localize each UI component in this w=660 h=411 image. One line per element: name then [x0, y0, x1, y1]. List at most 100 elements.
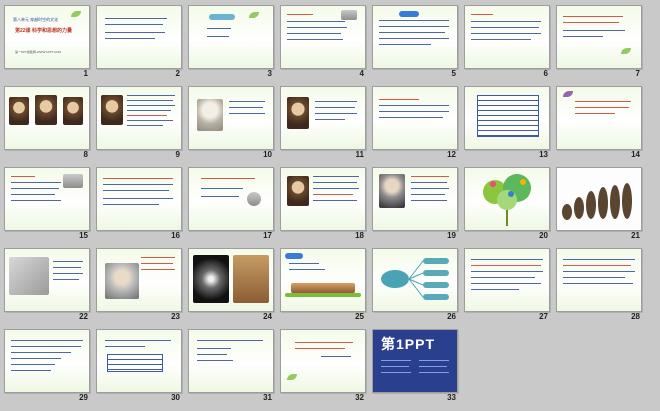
slide-thumbnail[interactable]: 2 [96, 5, 188, 87]
slide-10[interactable] [188, 86, 274, 150]
evolution-graphic [562, 183, 632, 220]
slide-21[interactable] [556, 167, 642, 231]
slide-number: 12 [447, 150, 456, 159]
slide-number: 10 [263, 150, 272, 159]
slide-25[interactable] [280, 248, 366, 312]
slide-thumbnail[interactable]: 25 [280, 248, 372, 330]
slide-thumbnail[interactable]: 11 [280, 86, 372, 168]
slide-number: 24 [263, 312, 272, 321]
slide-7[interactable] [556, 5, 642, 69]
slide-6[interactable] [464, 5, 550, 69]
slide-13[interactable] [464, 86, 550, 150]
slide-thumbnail[interactable]: 15 [4, 167, 96, 249]
slide-number: 23 [171, 312, 180, 321]
slide-17[interactable] [188, 167, 274, 231]
slide-number: 13 [539, 150, 548, 159]
slide-30[interactable] [96, 329, 182, 393]
slide-thumbnail[interactable]: 22 [4, 248, 96, 330]
brand-logo: 第1PPT [381, 336, 436, 352]
mind-map-diagram [381, 258, 449, 300]
slide-3[interactable] [188, 5, 274, 69]
slide-12[interactable] [372, 86, 458, 150]
slide-18[interactable] [280, 167, 366, 231]
slide-thumbnail[interactable]: 20 [464, 167, 556, 249]
slide-thumbnail[interactable]: 3 [188, 5, 280, 87]
slide-number: 27 [539, 312, 548, 321]
slide-title: 第22课 科学和思想的力量 [15, 28, 72, 34]
slide-thumbnail[interactable]: 第1PPT 33 [372, 329, 464, 411]
slide-number: 9 [175, 150, 180, 159]
slide-thumbnail[interactable]: 5 [372, 5, 464, 87]
slide-2[interactable] [96, 5, 182, 69]
slide-number: 30 [171, 393, 180, 402]
slide-number: 5 [451, 69, 456, 78]
slide-thumbnail[interactable]: 28 [556, 248, 648, 330]
slide-number: 31 [263, 393, 272, 402]
slide-thumbnail[interactable]: 16 [96, 167, 188, 249]
slide-subtitle: 第八单元 穿越时空的文化 [13, 17, 59, 22]
slide-19[interactable] [372, 167, 458, 231]
slide-26[interactable] [372, 248, 458, 312]
slide-11[interactable] [280, 86, 366, 150]
slide-number: 15 [79, 231, 88, 240]
slide-20[interactable] [464, 167, 550, 231]
slide-thumbnail[interactable]: 17 [188, 167, 280, 249]
slide-number: 14 [631, 150, 640, 159]
slide-number: 22 [79, 312, 88, 321]
slide-number: 28 [631, 312, 640, 321]
slide-thumbnail[interactable]: 第八单元 穿越时空的文化 第22课 科学和思想的力量 第一PPT模板网-WWW.… [4, 5, 96, 87]
tree-of-life-graphic [483, 174, 531, 226]
slide-footer: 第一PPT模板网-WWW.1PPT.COM [15, 50, 61, 54]
slide-thumbnail[interactable]: 10 [188, 86, 280, 168]
slide-4[interactable] [280, 5, 366, 69]
slide-33[interactable]: 第1PPT [372, 329, 458, 393]
slide-27[interactable] [464, 248, 550, 312]
slide-number: 6 [543, 69, 548, 78]
slide-number: 18 [355, 231, 364, 240]
slide-32[interactable] [280, 329, 366, 393]
slide-number: 20 [539, 231, 548, 240]
slide-16[interactable] [96, 167, 182, 231]
slide-9[interactable] [96, 86, 182, 150]
slide-thumbnail[interactable]: 7 [556, 5, 648, 87]
slide-thumbnail[interactable]: 19 [372, 167, 464, 249]
slide-thumbnail[interactable]: 6 [464, 5, 556, 87]
slide-thumbnail[interactable]: 30 [96, 329, 188, 411]
slide-thumbnail[interactable]: 32 [280, 329, 372, 411]
slide-thumbnail[interactable]: 18 [280, 167, 372, 249]
slide-number: 7 [635, 69, 640, 78]
slide-number: 26 [447, 312, 456, 321]
slide-thumbnail[interactable]: 4 [280, 5, 372, 87]
slide-number: 11 [355, 150, 364, 159]
slide-22[interactable] [4, 248, 90, 312]
slide-14[interactable] [556, 86, 642, 150]
slide-thumbnail[interactable]: 13 [464, 86, 556, 168]
slide-thumbnail[interactable]: 29 [4, 329, 96, 411]
slide-number: 25 [355, 312, 364, 321]
slide-29[interactable] [4, 329, 90, 393]
slide-thumbnail[interactable]: 23 [96, 248, 188, 330]
slide-thumbnail[interactable]: 26 [372, 248, 464, 330]
slide-thumbnail[interactable]: 21 [556, 167, 648, 249]
slide-number: 29 [79, 393, 88, 402]
slide-sorter-grid: 第八单元 穿越时空的文化 第22课 科学和思想的力量 第一PPT模板网-WWW.… [0, 0, 660, 410]
slide-number: 19 [447, 231, 456, 240]
slide-28[interactable] [556, 248, 642, 312]
slide-31[interactable] [188, 329, 274, 393]
slide-thumbnail[interactable]: 24 [188, 248, 280, 330]
slide-number: 33 [447, 393, 456, 402]
slide-thumbnail[interactable]: 31 [188, 329, 280, 411]
slide-number: 17 [263, 231, 272, 240]
slide-1[interactable]: 第八单元 穿越时空的文化 第22课 科学和思想的力量 第一PPT模板网-WWW.… [4, 5, 90, 69]
slide-thumbnail[interactable]: 27 [464, 248, 556, 330]
slide-23[interactable] [96, 248, 182, 312]
slide-thumbnail[interactable]: 8 [4, 86, 96, 168]
slide-5[interactable] [372, 5, 458, 69]
slide-24[interactable] [188, 248, 274, 312]
slide-15[interactable] [4, 167, 90, 231]
slide-number: 16 [171, 231, 180, 240]
slide-thumbnail[interactable]: 12 [372, 86, 464, 168]
slide-8[interactable] [4, 86, 90, 150]
slide-thumbnail[interactable]: 9 [96, 86, 188, 168]
slide-thumbnail[interactable]: 14 [556, 86, 648, 168]
